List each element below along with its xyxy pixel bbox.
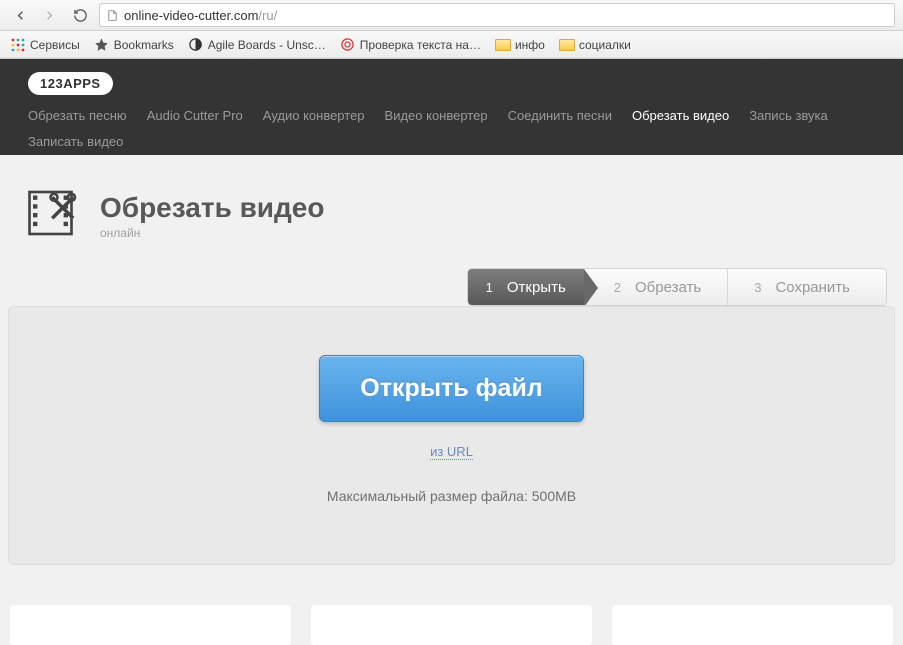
nav-trim-song[interactable]: Обрезать песню [28, 103, 127, 129]
step-label: Открыть [507, 279, 566, 296]
forward-button[interactable] [37, 3, 62, 28]
from-url-link[interactable]: из URL [430, 444, 473, 460]
agile-icon [188, 37, 204, 53]
folder-icon [495, 37, 511, 53]
site-nav: 123APPS Обрезать песню Audio Cutter Pro … [0, 59, 903, 155]
bookmark-label: социалки [579, 38, 631, 52]
upload-card: Открыть файл из URL Максимальный размер … [8, 306, 895, 565]
step-number: 1 [486, 280, 493, 295]
bookmark-apps[interactable]: Сервисы [6, 35, 84, 55]
bookmark-social[interactable]: социалки [555, 35, 635, 55]
step-number: 3 [754, 280, 761, 295]
nav-record-audio[interactable]: Запись звука [749, 103, 828, 129]
nav-audio-cutter-pro[interactable]: Audio Cutter Pro [147, 103, 243, 129]
bookmark-label: Сервисы [30, 38, 80, 52]
nav-audio-converter[interactable]: Аудио конвертер [263, 103, 365, 129]
step-number: 2 [614, 280, 621, 295]
page-area: Обрезать видео онлайн 1 Открыть 2 Обреза… [0, 155, 903, 645]
bookmark-textcheck[interactable]: Проверка текста на… [336, 35, 485, 55]
reload-button[interactable] [68, 3, 93, 28]
nav-join-songs[interactable]: Соединить песни [508, 103, 612, 129]
page-title: Обрезать видео [100, 192, 324, 224]
apps-icon [10, 37, 26, 53]
bookmarks-bar: Сервисы Bookmarks Agile Boards - Unsc… П… [0, 31, 903, 59]
bookmark-label: Проверка текста на… [360, 38, 481, 52]
info-card [10, 605, 291, 645]
info-card [311, 605, 592, 645]
max-filesize-note: Максимальный размер файла: 500MB [327, 488, 576, 504]
page-subtitle: онлайн [100, 226, 324, 240]
step-label: Сохранить [775, 279, 850, 296]
step-trim[interactable]: 2 Обрезать [584, 269, 727, 305]
open-file-button[interactable]: Открыть файл [319, 355, 583, 422]
nav-video-converter[interactable]: Видео конвертер [385, 103, 488, 129]
back-button[interactable] [8, 3, 33, 28]
folder-icon [559, 37, 575, 53]
steps-container: 1 Открыть 2 Обрезать 3 Сохранить [0, 268, 903, 306]
browser-toolbar: online-video-cutter.com/ru/ [0, 0, 903, 31]
url-text: online-video-cutter.com/ru/ [124, 8, 277, 23]
nav-trim-video[interactable]: Обрезать видео [632, 103, 729, 129]
logo[interactable]: 123APPS [28, 72, 113, 95]
info-card [612, 605, 893, 645]
bookmark-info[interactable]: инфо [491, 35, 549, 55]
app-icon [26, 185, 82, 246]
target-icon [340, 37, 356, 53]
nav-links: Обрезать песню Audio Cutter Pro Аудио ко… [28, 95, 903, 155]
bookmark-label: Agile Boards - Unsc… [208, 38, 326, 52]
bookmark-agile[interactable]: Agile Boards - Unsc… [184, 35, 330, 55]
nav-record-video[interactable]: Записать видео [28, 129, 123, 155]
info-cards [0, 565, 903, 645]
bookmark-label: Bookmarks [114, 38, 174, 52]
bookmark-bookmarks[interactable]: Bookmarks [90, 35, 178, 55]
step-label: Обрезать [635, 279, 701, 296]
page-header: Обрезать видео онлайн [0, 155, 903, 268]
page-icon [106, 9, 119, 22]
step-open[interactable]: 1 Открыть [468, 269, 584, 305]
url-bar[interactable]: online-video-cutter.com/ru/ [99, 3, 895, 27]
steps: 1 Открыть 2 Обрезать 3 Сохранить [467, 268, 887, 306]
star-icon [94, 37, 110, 53]
step-save[interactable]: 3 Сохранить [727, 269, 886, 305]
bookmark-label: инфо [515, 38, 545, 52]
